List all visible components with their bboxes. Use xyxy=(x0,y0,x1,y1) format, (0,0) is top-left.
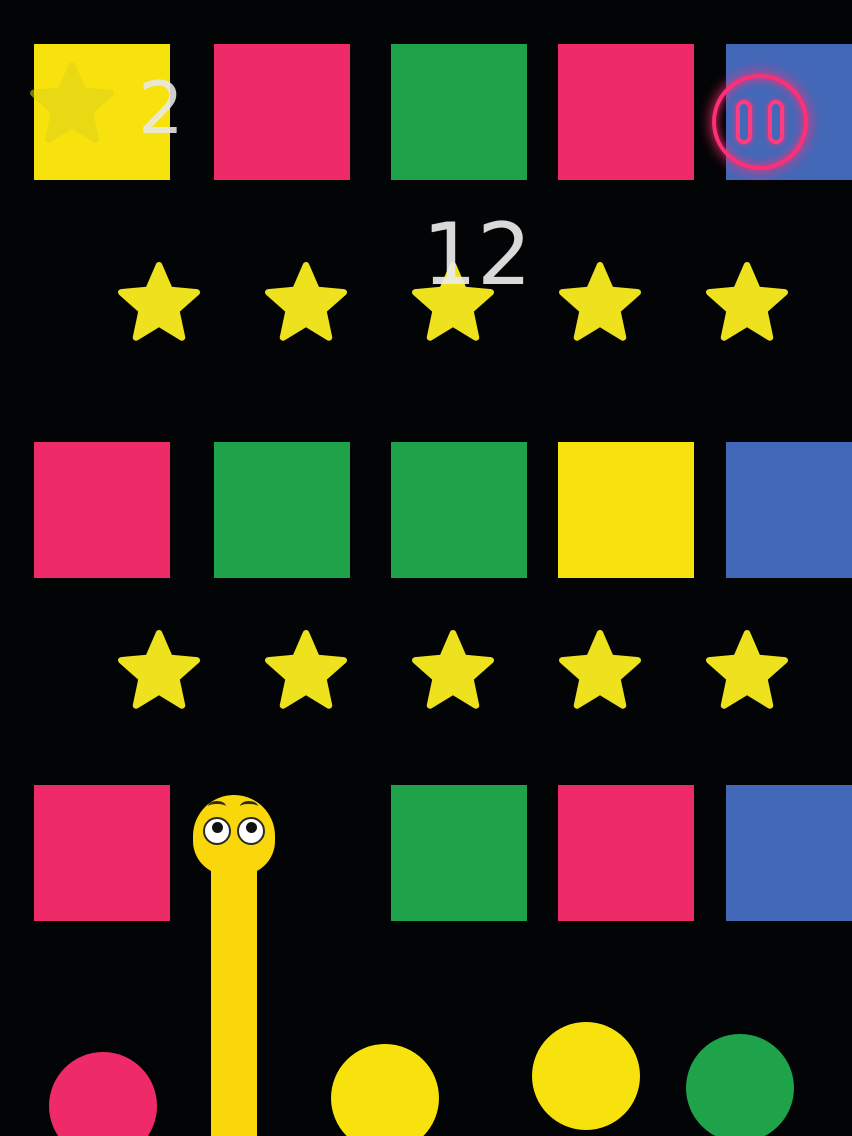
star-pickup-icon xyxy=(118,630,200,712)
color-block xyxy=(558,442,694,578)
pause-icon xyxy=(768,100,784,144)
color-block xyxy=(726,442,852,578)
color-block xyxy=(558,44,694,180)
color-block xyxy=(34,785,170,921)
snake-body xyxy=(211,850,257,1136)
pupil xyxy=(246,822,257,833)
color-block xyxy=(34,442,170,578)
star-pickup-icon xyxy=(265,630,347,712)
color-orb xyxy=(532,1022,640,1130)
score-display: 12 xyxy=(422,205,532,305)
color-block xyxy=(214,442,350,578)
color-block xyxy=(391,44,527,180)
pupil xyxy=(212,822,223,833)
star-pickup-icon xyxy=(559,630,641,712)
eye-left xyxy=(203,817,231,845)
color-block xyxy=(391,785,527,921)
eyebrow-right xyxy=(240,801,258,812)
pause-icon xyxy=(736,100,752,144)
star-counter-icon xyxy=(30,62,114,146)
eyebrow-left xyxy=(208,801,226,812)
color-orb xyxy=(331,1044,439,1136)
star-pickup-icon xyxy=(412,630,494,712)
color-orb xyxy=(49,1052,157,1136)
color-block xyxy=(391,442,527,578)
color-block xyxy=(726,785,852,921)
game-board[interactable]: 2 12 xyxy=(0,0,852,1136)
snake-head xyxy=(193,795,275,875)
star-count: 2 xyxy=(138,66,184,150)
color-block xyxy=(214,44,350,180)
color-orb xyxy=(686,1034,794,1136)
star-pickup-icon xyxy=(706,630,788,712)
color-block xyxy=(558,785,694,921)
eye-right xyxy=(237,817,265,845)
pause-button[interactable] xyxy=(712,74,808,170)
